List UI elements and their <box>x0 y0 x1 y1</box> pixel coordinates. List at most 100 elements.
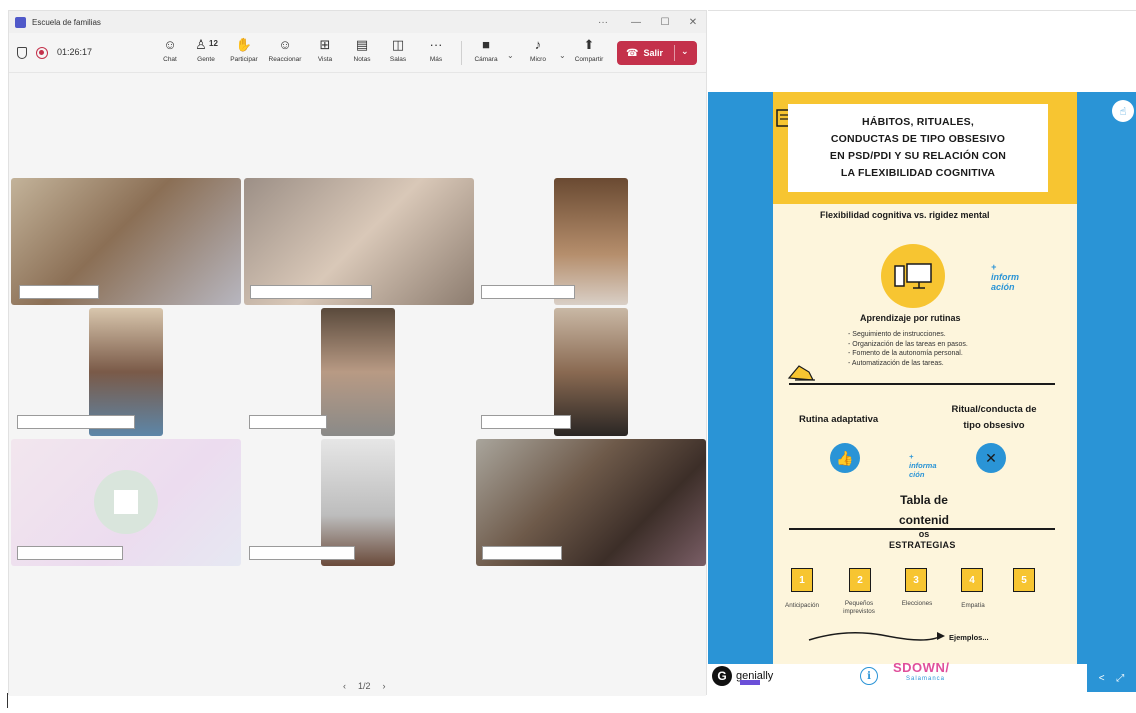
leave-button[interactable]: ☎ Salir ⌄ <box>617 41 697 65</box>
title-line: LA FLEXIBILIDAD COGNITIVA <box>840 167 996 179</box>
fullscreen-icon[interactable]: ⤢ <box>1116 673 1124 684</box>
camera-button[interactable]: ■ Cámara <box>471 37 501 71</box>
meeting-toolbar: 01:26:17 ☺ Chat ♙ 12 Gente ✋ Participar … <box>9 33 706 73</box>
participant-video-tile[interactable] <box>476 439 706 566</box>
notes-button[interactable]: ▤ Notas <box>351 37 373 71</box>
mic-button[interactable]: ♪ Micro <box>525 37 551 71</box>
info-text: ción <box>909 470 925 479</box>
participant-video-tile[interactable] <box>11 178 241 305</box>
leave-label: Salir <box>643 48 663 58</box>
camera-options-chevron-icon[interactable]: ⌄ <box>507 51 514 60</box>
adaptive-routine-label: Rutina adaptativa <box>799 414 879 425</box>
examples-arrow-icon <box>808 632 945 641</box>
view-button[interactable]: ⊞ Vista <box>314 37 336 71</box>
share-screen-icon: ⬆ <box>583 37 595 52</box>
ritual-line: Ritual/conducta de <box>951 404 1037 415</box>
strategy-step-4[interactable]: 4 <box>961 568 983 592</box>
strategy-step-1[interactable]: 1 <box>791 568 813 592</box>
info-text: informa <box>909 461 937 470</box>
react-button[interactable]: ☺ Reaccionar <box>265 37 305 71</box>
divider <box>708 10 1136 11</box>
divider-line <box>789 383 1055 385</box>
participant-name-label <box>250 285 372 299</box>
rooms-label: Salas <box>389 56 407 63</box>
slide-title: HÁBITOS, RITUALES, CONDUCTAS DE TIPO OBS… <box>788 104 1048 192</box>
participant-name-label <box>249 546 355 560</box>
more-info-link[interactable]: + informa ción <box>909 452 937 479</box>
genially-logo[interactable]: G genially <box>712 666 773 686</box>
raise-hand-button[interactable]: ✋ Participar <box>227 37 261 71</box>
more-button[interactable]: ··· Más <box>425 37 447 71</box>
participant-name-label <box>481 415 571 429</box>
strategy-step-5[interactable]: 5 <box>1013 568 1035 592</box>
minimize-button[interactable]: — <box>620 11 652 33</box>
sdown-logo: SDOWN/ <box>893 660 950 675</box>
camera-label: Cámara <box>474 56 498 63</box>
share-button[interactable]: ⬆ Compartir <box>571 37 607 71</box>
teams-logo-icon <box>15 16 26 28</box>
chat-icon: ☺ <box>163 37 177 52</box>
participant-video-tile[interactable] <box>244 178 474 305</box>
next-page-icon[interactable]: › <box>383 681 386 691</box>
participant-name-label <box>249 415 327 429</box>
table-of-contents-link[interactable]: Tabla de contenid os <box>895 490 953 539</box>
participant-name-label <box>17 546 123 560</box>
previous-page-icon[interactable]: ‹ <box>343 681 346 691</box>
step-label: Elecciones <box>901 600 933 607</box>
strategy-step-2[interactable]: 2 <box>849 568 871 592</box>
teams-meeting-window: Escuela de familias ··· — ☐ ✕ 01:26:17 ☺… <box>8 10 709 696</box>
more-info-link[interactable]: + inform ación <box>991 262 1019 292</box>
hand-icon: ✋ <box>235 37 253 52</box>
toc-line: os <box>918 529 930 539</box>
more-options-icon[interactable]: ··· <box>587 11 619 33</box>
touch-icon[interactable]: ☝ <box>1112 100 1134 122</box>
share-icon[interactable]: < <box>1099 673 1105 684</box>
meeting-timer: 01:26:17 <box>57 47 93 57</box>
cross-button[interactable]: ✕ <box>976 443 1006 473</box>
info-plus: + <box>909 452 914 461</box>
rooms-icon: ◫ <box>391 37 405 52</box>
toolbar-separator <box>461 41 462 65</box>
thumbs-up-button[interactable]: 👍 <box>830 443 860 473</box>
computer-illustration <box>881 244 945 308</box>
video-gallery: ‹ 1/2 › <box>9 74 706 696</box>
strategy-step-3[interactable]: 3 <box>905 568 927 592</box>
gallery-pager: ‹ 1/2 › <box>337 681 392 691</box>
hand-writing-icon <box>787 365 815 381</box>
page-indicator: 1/2 <box>358 681 371 691</box>
chat-button[interactable]: ☺ Chat <box>159 37 181 71</box>
leave-divider <box>674 45 675 61</box>
list-item: - Organización de las tareas en pasos. <box>848 340 968 348</box>
list-item: - Seguimiento de instrucciones. <box>848 331 946 338</box>
participant-name-label <box>482 546 562 560</box>
list-item: - Automatización de las tareas. <box>848 359 944 367</box>
recording-icon <box>36 47 48 59</box>
info-icon[interactable]: i <box>860 667 878 685</box>
people-button[interactable]: ♙ 12 Gente <box>192 37 220 71</box>
share-label: Compartir <box>574 56 604 63</box>
strategies-heading: ESTRATEGIAS <box>889 540 956 550</box>
people-icon: ♙ <box>195 37 207 52</box>
leave-options-chevron-icon[interactable]: ⌄ <box>681 46 689 57</box>
computer-icon <box>894 263 932 289</box>
step-label: Pequeños imprevistos <box>843 600 875 615</box>
participant-video-tile[interactable] <box>321 308 395 436</box>
rooms-button[interactable]: ◫ Salas <box>387 37 409 71</box>
step-label: Empatía <box>961 602 985 609</box>
routine-list: - Seguimiento de instrucciones. - Organi… <box>848 330 968 368</box>
sdown-logo-subtitle: Salamanca <box>906 676 946 682</box>
emoji-icon: ☺ <box>278 37 292 52</box>
microphone-icon: ♪ <box>534 37 542 52</box>
react-label: Reaccionar <box>268 56 302 63</box>
info-text: ación <box>991 282 1015 292</box>
mic-options-chevron-icon[interactable]: ⌄ <box>559 51 566 60</box>
notes-icon: ▤ <box>355 37 369 52</box>
people-label: Gente <box>197 56 215 63</box>
participant-avatar-tile[interactable] <box>11 439 241 566</box>
genially-g-icon: G <box>712 666 732 686</box>
genially-badge <box>740 680 760 685</box>
close-button[interactable]: ✕ <box>677 11 709 33</box>
info-plus: + <box>991 262 997 272</box>
examples-link[interactable]: Ejemplos... <box>949 633 989 642</box>
camera-icon: ■ <box>482 37 490 52</box>
